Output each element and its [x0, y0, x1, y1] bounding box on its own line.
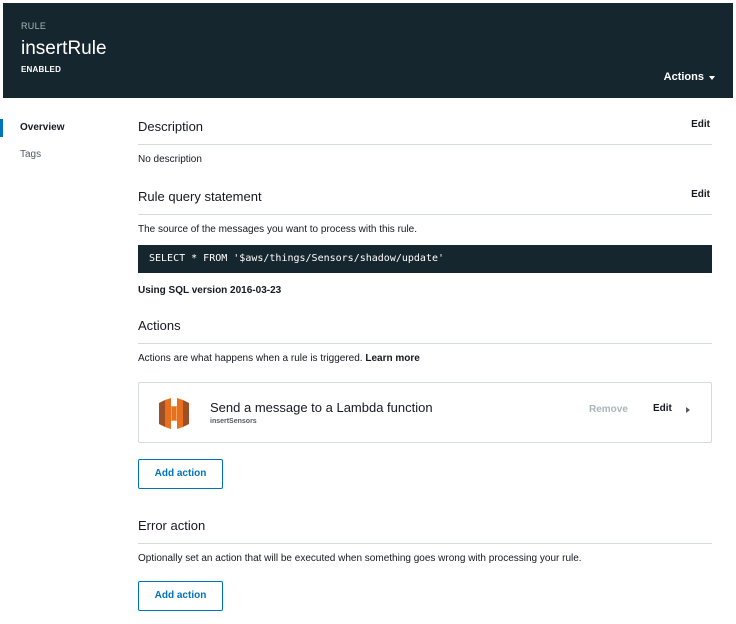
actions-dropdown-label: Actions — [663, 71, 704, 83]
actions-dropdown-button[interactable]: Actions — [664, 71, 715, 83]
error-action-heading: Error action — [138, 518, 206, 533]
action-edit-button[interactable]: Edit — [653, 403, 672, 414]
side-navigation: Overview Tags — [0, 118, 120, 172]
status-badge: ENABLED — [21, 65, 62, 74]
actions-section-header: Actions — [138, 316, 712, 344]
add-error-action-button[interactable]: Add action — [138, 581, 223, 611]
sql-version: Using SQL version 2016-03-23 — [138, 285, 282, 296]
description-edit-button[interactable]: Edit — [691, 119, 710, 130]
add-action-button[interactable]: Add action — [138, 459, 223, 489]
lambda-icon — [159, 398, 189, 429]
nav-item-tags[interactable]: Tags — [0, 145, 120, 165]
description-section-header: Description Edit — [138, 117, 712, 145]
caret-down-icon — [709, 76, 715, 80]
error-action-help-text: Optionally set an action that will be ex… — [138, 553, 582, 564]
sql-statement: SELECT * FROM '$aws/things/Sensors/shado… — [138, 245, 712, 273]
description-heading: Description — [138, 119, 204, 134]
header-kicker: RULE — [21, 21, 47, 31]
learn-more-link[interactable]: Learn more — [365, 353, 419, 364]
chevron-right-icon[interactable] — [686, 407, 690, 413]
lambda-action-card[interactable]: Send a message to a Lambda function inse… — [138, 382, 712, 443]
query-help-text: The source of the messages you want to p… — [138, 224, 418, 235]
actions-help-text: Actions are what happens when a rule is … — [138, 353, 420, 364]
description-text: No description — [138, 154, 202, 165]
error-action-section-header: Error action — [138, 516, 712, 544]
query-section-header: Rule query statement Edit — [138, 187, 712, 215]
actions-help-label: Actions are what happens when a rule is … — [138, 353, 363, 364]
actions-heading: Actions — [138, 318, 181, 333]
nav-item-overview[interactable]: Overview — [0, 118, 120, 138]
rule-header: RULE insertRule ENABLED Actions — [3, 3, 733, 98]
action-card-title: Send a message to a Lambda function — [210, 400, 433, 415]
action-remove-button[interactable]: Remove — [589, 404, 628, 415]
action-card-subtitle: insertSensors — [210, 418, 257, 425]
query-edit-button[interactable]: Edit — [691, 189, 710, 200]
query-heading: Rule query statement — [138, 189, 262, 204]
page-title: insertRule — [21, 38, 107, 59]
